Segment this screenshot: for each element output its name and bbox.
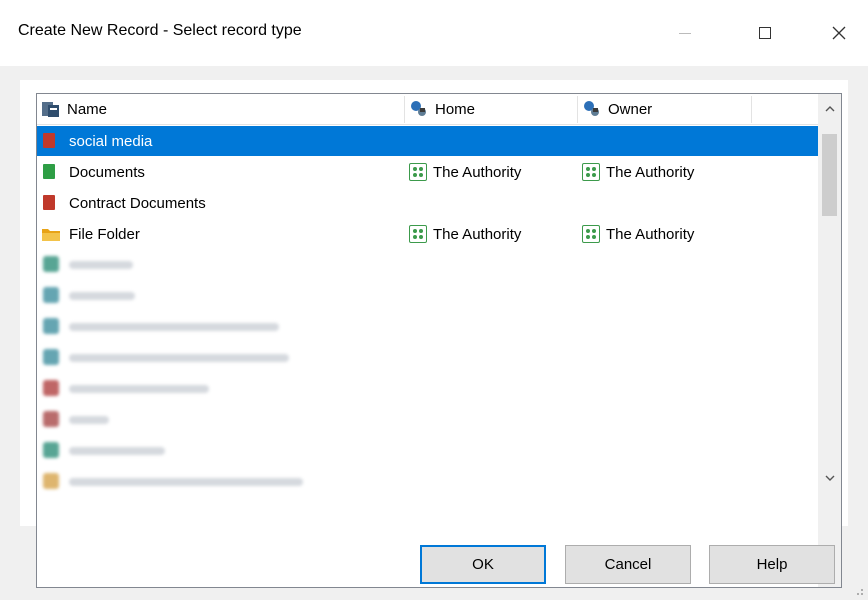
location-icon	[411, 101, 426, 116]
scroll-up-button[interactable]	[818, 99, 841, 119]
row-name: Contract Documents	[69, 194, 206, 212]
folder-icon	[42, 229, 60, 241]
redacted-text	[69, 478, 303, 486]
home-value: The Authority	[433, 225, 522, 243]
column-label-home: Home	[435, 100, 476, 118]
redacted-icon	[43, 442, 59, 458]
redacted-text	[69, 385, 209, 393]
minimize-icon	[679, 32, 691, 34]
help-button[interactable]: Help	[709, 545, 835, 584]
row-owner: The Authority	[582, 157, 694, 187]
cancel-button[interactable]: Cancel	[565, 545, 691, 584]
chevron-up-icon	[825, 106, 834, 112]
scroll-down-button[interactable]	[818, 468, 841, 488]
column-divider[interactable]	[751, 96, 752, 123]
group-icon	[582, 163, 600, 181]
column-divider[interactable]	[577, 96, 578, 123]
list-item[interactable]: social media	[37, 126, 818, 156]
redacted-list-item[interactable]	[37, 436, 818, 466]
close-button[interactable]	[814, 14, 864, 52]
group-icon	[409, 225, 427, 243]
list-item[interactable]: Contract Documents	[37, 188, 818, 218]
redacted-list-item[interactable]	[37, 250, 818, 280]
location-icon	[584, 101, 599, 116]
record-types-icon	[42, 102, 59, 117]
chevron-down-icon	[825, 475, 834, 481]
redacted-icon	[43, 349, 59, 365]
content-panel: Name Home Owner social media Documents T…	[20, 80, 848, 588]
column-label-name: Name	[67, 100, 108, 118]
redacted-icon	[43, 287, 59, 303]
redacted-list-item[interactable]	[37, 312, 818, 342]
redacted-icon	[43, 411, 59, 427]
title-bar: Create New Record - Select record type	[0, 0, 868, 66]
resize-grip-icon[interactable]	[854, 586, 864, 596]
redacted-text	[69, 292, 135, 300]
row-name: social media	[69, 132, 153, 150]
redacted-list-item[interactable]	[37, 281, 818, 311]
redacted-icon	[43, 473, 59, 489]
owner-value: The Authority	[606, 163, 695, 181]
redacted-text	[69, 416, 109, 424]
row-name: Documents	[69, 163, 145, 181]
redacted-icon	[43, 318, 59, 334]
redacted-list-item[interactable]	[37, 374, 818, 404]
column-label-owner: Owner	[608, 100, 653, 118]
redacted-text	[69, 447, 165, 455]
redacted-icon	[43, 256, 59, 272]
window-title: Create New Record - Select record type	[18, 22, 302, 39]
list-header: Name Home Owner	[37, 94, 818, 125]
maximize-button[interactable]	[740, 14, 790, 52]
record-type-icon	[43, 195, 55, 210]
scroll-thumb[interactable]	[822, 134, 837, 216]
redacted-icon	[43, 380, 59, 396]
redacted-list-item[interactable]	[37, 467, 818, 497]
group-icon	[582, 225, 600, 243]
column-header-owner[interactable]: Owner	[582, 94, 652, 124]
owner-value: The Authority	[606, 225, 695, 243]
group-icon	[409, 163, 427, 181]
record-type-icon	[43, 164, 55, 179]
record-type-list[interactable]: Name Home Owner social media Documents T…	[36, 93, 842, 588]
redacted-text	[69, 323, 279, 331]
row-home: The Authority	[409, 157, 521, 187]
row-name: File Folder	[69, 225, 140, 243]
ok-button[interactable]: OK	[420, 545, 546, 584]
redacted-text	[69, 354, 289, 362]
column-header-home[interactable]: Home	[409, 94, 475, 124]
home-value: The Authority	[433, 163, 522, 181]
row-home: The Authority	[409, 219, 521, 249]
list-item[interactable]: Documents The Authority The Authority	[37, 157, 818, 187]
list-item[interactable]: File Folder The Authority The Authority	[37, 219, 818, 249]
close-icon	[832, 26, 846, 40]
redacted-list-item[interactable]	[37, 405, 818, 435]
redacted-text	[69, 261, 133, 269]
row-owner: The Authority	[582, 219, 694, 249]
column-divider[interactable]	[404, 96, 405, 123]
redacted-list-item[interactable]	[37, 343, 818, 373]
column-header-name[interactable]: Name	[41, 94, 107, 124]
vertical-scrollbar[interactable]	[818, 94, 841, 587]
minimize-button[interactable]	[660, 14, 710, 52]
record-type-icon	[43, 133, 55, 148]
maximize-icon	[759, 27, 771, 39]
